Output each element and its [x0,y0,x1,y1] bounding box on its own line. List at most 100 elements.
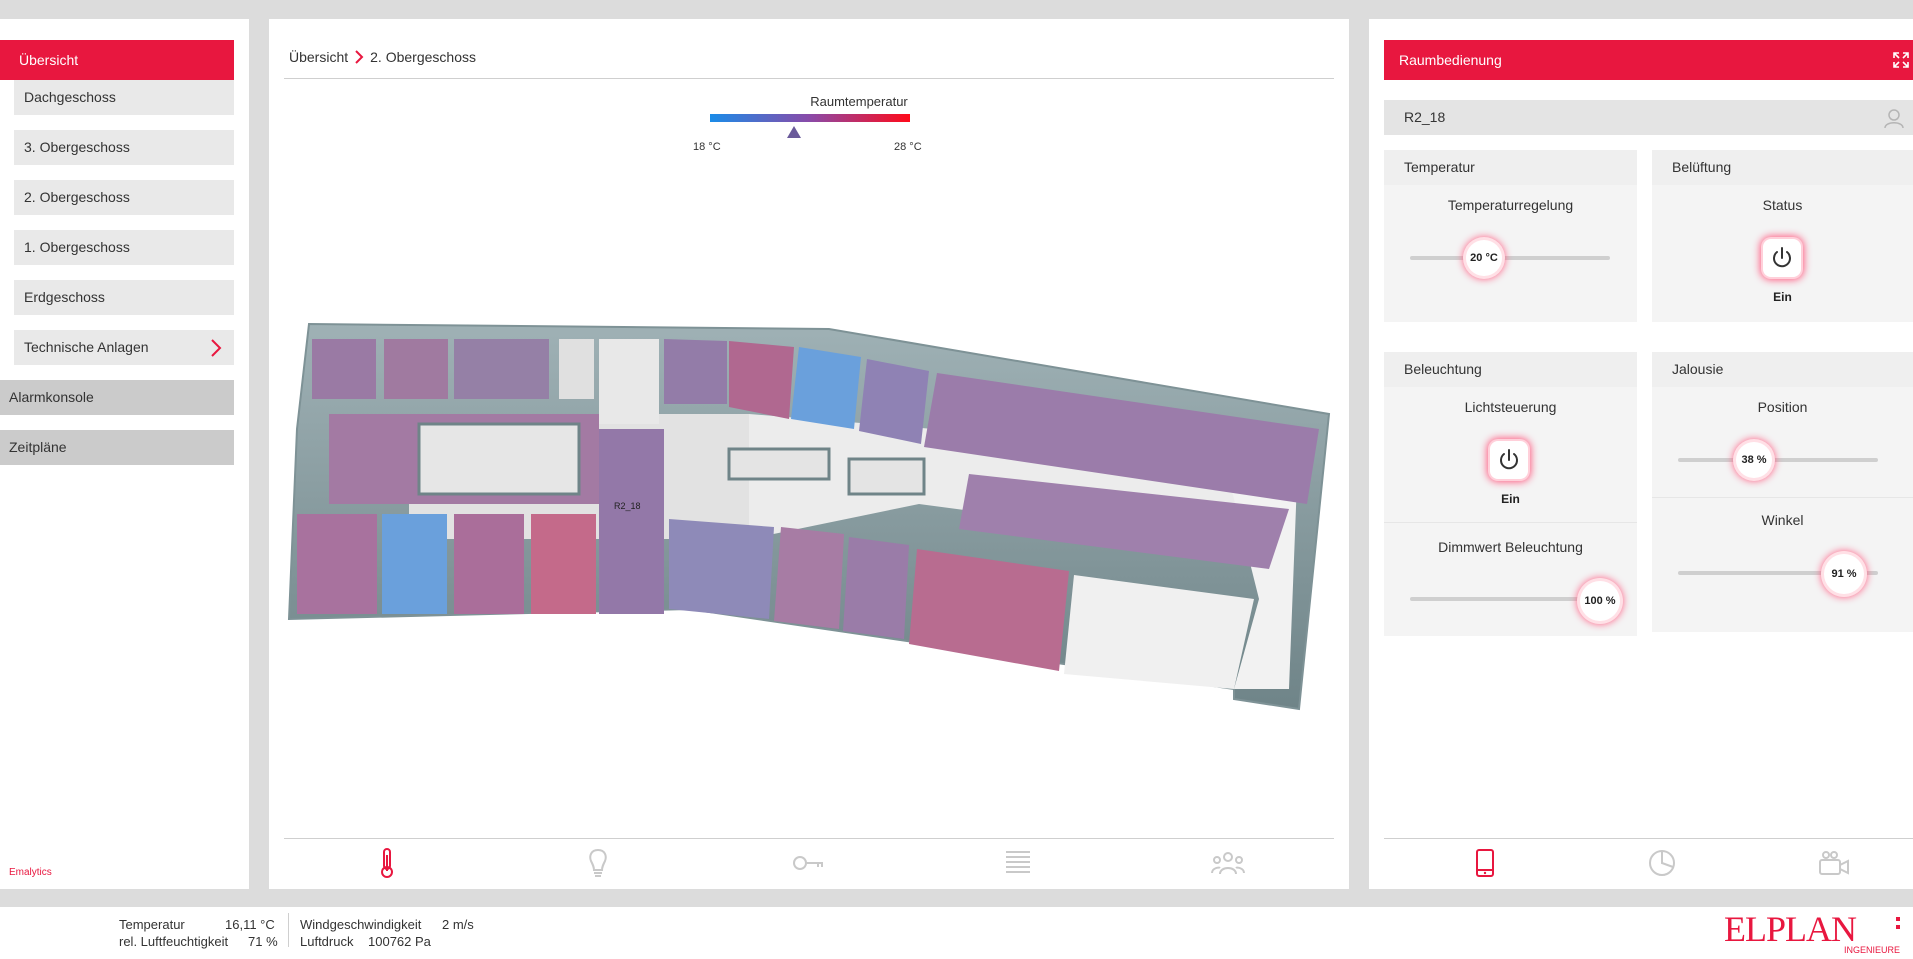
pie-chart-icon [1649,850,1675,876]
room[interactable] [454,514,524,614]
divider [1652,497,1913,498]
wind-value: 2 m/s [442,917,474,932]
ventilation-state: Ein [1773,290,1792,304]
power-icon [1773,247,1791,268]
dim-label: Dimmwert Beleuchtung [1438,539,1583,555]
outdoor-temp-value: 16,11 °C [225,917,275,932]
panel-title: Raumbedienung [1399,52,1502,68]
room[interactable] [531,514,596,614]
room[interactable] [729,341,794,419]
nav-item-erdgeschoss[interactable]: Erdgeschoss [14,280,234,315]
wind-label: Windgeschwindigkeit [300,917,422,932]
room-name: R2_18 [1404,109,1446,125]
divider [288,913,289,947]
floor-view-panel: Übersicht 2. Obergeschoss Raumtemperatur… [269,19,1349,889]
nav-item-2-obergeschoss[interactable]: 2. Obergeschoss [14,180,234,215]
expand-icon[interactable] [1893,52,1909,68]
position-slider-knob[interactable]: 38 % [1736,442,1772,478]
tab-blinds[interactable] [998,846,1038,880]
room[interactable] [727,447,831,481]
nav-alarmkonsole[interactable]: Alarmkonsole [0,380,234,415]
blinds-angle-label: Winkel [1761,512,1804,528]
panel-header: Raumbedienung [1384,40,1913,80]
ventilation-card: Belüftung Status Ein [1652,150,1913,322]
legend-min-label: 18 °C [693,141,721,153]
lighting-state: Ein [1501,492,1520,506]
divider [284,78,1334,79]
nav-overview[interactable]: Übersicht [0,40,234,80]
outdoor-temp-label: Temperatur [119,917,185,932]
room[interactable] [669,519,774,619]
room[interactable] [454,339,549,399]
position-slider-track[interactable] [1678,458,1878,462]
card-title: Temperatur [1384,150,1637,185]
svg-text:ELPLAN: ELPLAN [1724,911,1857,949]
room[interactable] [859,359,929,444]
room[interactable] [847,457,926,496]
nav-zeitplaene[interactable]: Zeitpläne [0,430,234,465]
ventilation-power-button[interactable] [1763,239,1801,277]
nav-item-dachgeschoss[interactable]: Dachgeschoss [14,80,234,115]
left-sidebar: Übersicht Dachgeschoss 3. Obergeschoss 2… [0,19,249,889]
temperature-card: Temperatur Temperaturregelung 20 °C [1384,150,1637,322]
thermometer-icon [381,848,393,878]
camera-icon [1819,851,1849,875]
pressure-value: 100762 Pa [368,934,431,949]
room-selector[interactable]: R2_18 [1384,100,1913,135]
lighting-power-button[interactable] [1490,441,1528,479]
tab-statistics[interactable] [1642,846,1682,880]
weather-footer: Temperatur 16,11 °C rel. Luftfeuchtigkei… [0,907,1913,959]
card-title: Belüftung [1652,150,1913,185]
room[interactable] [384,339,448,399]
tab-occupancy[interactable] [1208,846,1248,880]
nav-item-1-obergeschoss[interactable]: 1. Obergeschoss [14,230,234,265]
card-title: Beleuchtung [1384,352,1637,387]
room[interactable] [843,537,909,639]
pressure-label: Luftdruck [300,934,354,949]
temperature-slider-knob[interactable]: 20 °C [1466,240,1502,276]
bulb-icon [589,848,607,877]
room-control-panel: Raumbedienung R2_18 Temperatur Temperatu… [1369,19,1913,889]
breadcrumb-root[interactable]: Übersicht [289,49,348,65]
blinds-position-label: Position [1757,399,1808,415]
svg-text:INGENIEURE: INGENIEURE [1844,945,1900,955]
room-label: R2_18 [614,501,641,511]
tab-room-control[interactable] [1465,846,1505,880]
lighting-control-label: Lichtsteuerung [1464,399,1557,415]
temperature-slider-track[interactable] [1410,256,1610,260]
room[interactable] [312,339,376,399]
brand-link[interactable]: Emalytics [9,867,52,878]
room[interactable] [791,347,861,429]
room[interactable] [297,514,377,614]
room[interactable] [774,527,844,629]
tab-lighting[interactable] [578,846,618,880]
legend-title: Raumtemperatur [810,94,908,109]
angle-slider-knob[interactable]: 91 % [1824,554,1864,594]
breadcrumb: Übersicht 2. Obergeschoss [289,49,476,65]
room[interactable] [417,422,581,496]
tab-access[interactable] [788,846,828,880]
ventilation-status-label: Status [1762,197,1803,213]
legend-max-label: 28 °C [894,141,922,153]
blinds-icon [1006,851,1030,873]
nav-item-technische-anlagen[interactable]: Technische Anlagen [14,330,234,365]
dim-slider-knob[interactable]: 100 % [1580,581,1620,621]
temperature-control-label: Temperaturregelung [1447,197,1574,213]
nav-item-label: Technische Anlagen [24,339,149,355]
blinds-card: Jalousie Position 38 % Winkel 91 % [1652,352,1913,632]
lighting-card: Beleuchtung Lichtsteuerung Ein Dimmwert … [1384,352,1637,636]
nav-item-3-obergeschoss[interactable]: 3. Obergeschoss [14,130,234,165]
floorplan-3d[interactable]: R2_18 [269,299,1349,719]
room[interactable] [599,339,659,424]
tab-camera[interactable] [1814,846,1854,880]
room[interactable] [559,339,594,399]
room-r2-18[interactable] [599,429,664,614]
power-icon [1500,449,1518,470]
legend-marker [787,126,801,138]
user-icon [1884,109,1904,129]
room[interactable] [664,339,727,404]
room[interactable] [382,514,447,614]
humidity-value: 71 % [248,934,278,949]
key-icon [793,856,823,870]
tab-temperature[interactable] [367,846,407,880]
